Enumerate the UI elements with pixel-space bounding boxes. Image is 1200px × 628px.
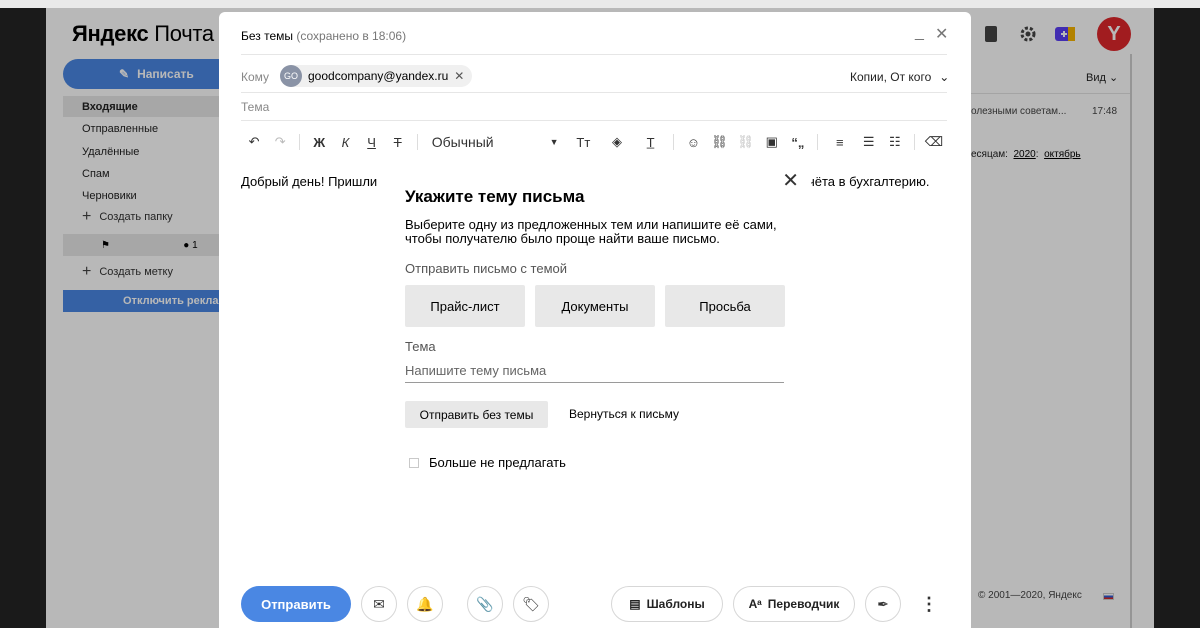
recipient-chip[interactable]: GO goodcompany@yandex.ru ✕ — [280, 65, 473, 87]
send-without-topic-button[interactable]: Отправить без темы — [405, 401, 548, 428]
minimize-icon[interactable]: _ — [915, 24, 924, 42]
reminder-bell-icon[interactable]: 🔔 — [407, 586, 443, 622]
dialog-title: Укажите тему письма — [405, 187, 585, 206]
attach-icon[interactable]: 📎 — [467, 586, 503, 622]
emoji-icon[interactable]: ☺ — [680, 130, 706, 154]
bold-icon[interactable]: Ж — [306, 130, 332, 154]
undo-icon[interactable]: ↶ — [241, 130, 267, 154]
divider — [913, 134, 915, 150]
underline-icon[interactable]: Ч — [359, 130, 385, 154]
remove-recipient-icon[interactable]: ✕ — [454, 69, 464, 83]
numbered-list-icon[interactable]: ☷ — [882, 130, 908, 154]
divider — [416, 134, 418, 150]
translator-button[interactable]: Aᵃ Переводчик — [733, 586, 855, 622]
image-icon[interactable]: ▣ — [759, 130, 785, 154]
bullet-list-icon[interactable]: ☰ — [856, 130, 882, 154]
translate-icon: Aᵃ — [748, 597, 762, 611]
redo-icon[interactable]: ↷ — [267, 130, 293, 154]
to-label: Кому — [241, 70, 270, 84]
close-icon[interactable]: ✕ — [782, 168, 799, 193]
topic-request-button[interactable]: Просьба — [665, 285, 785, 327]
divider — [299, 134, 301, 150]
copies-from-toggle[interactable]: Копии, От кого ⌄ — [850, 70, 949, 84]
quote-icon[interactable]: “„ — [785, 130, 811, 154]
align-icon[interactable]: ≡ — [824, 130, 856, 154]
divider — [673, 134, 675, 150]
back-to-letter-button[interactable]: Вернуться к письму — [569, 407, 679, 421]
subject-field[interactable]: Тема — [241, 100, 269, 114]
font-style-dropdown[interactable]: Обычный ▼ — [424, 134, 567, 150]
mail-app: Яндекс Почта ✎ Написать Входящие Отправл… — [46, 8, 1154, 628]
topic-input[interactable] — [405, 359, 784, 383]
dialog-subtitle: Отправить письмо с темой — [405, 261, 568, 276]
subject-reminder-dialog: ✕ Укажите тему письма Выберите одну из п… — [379, 160, 811, 498]
tag-icon[interactable]: 🏷 — [513, 586, 549, 622]
dont-offer-checkbox-row[interactable]: Больше не предлагать — [409, 455, 566, 470]
fill-color-icon[interactable]: ◈ — [600, 130, 634, 154]
recipient-avatar: GO — [280, 65, 302, 87]
send-button[interactable]: Отправить — [241, 586, 351, 622]
text-size-icon[interactable]: Tт — [567, 130, 601, 154]
clear-format-icon[interactable]: ⌫ — [921, 130, 947, 154]
text-color-icon[interactable]: T̲ — [634, 130, 668, 154]
compose-title: Без темы (сохранено в 18:06) — [241, 29, 407, 43]
topic-field-label: Тема — [405, 339, 436, 354]
divider — [817, 134, 818, 150]
dialog-description: Выберите одну из предложенных тем или на… — [405, 217, 777, 246]
link-icon[interactable]: ⛓ — [706, 130, 732, 154]
chevron-down-icon: ⌄ — [939, 70, 950, 84]
topic-documents-button[interactable]: Документы — [535, 285, 655, 327]
document-icon: ▤ — [629, 597, 641, 611]
unlink-icon[interactable]: ⛓ — [733, 130, 759, 154]
send-later-icon[interactable]: ✉ — [361, 586, 397, 622]
signature-icon[interactable]: ✒ — [865, 586, 901, 622]
formatting-toolbar: ↶ ↷ Ж К Ч T Обычный ▼ Tт ◈ T̲ ☺ ⛓ ⛓ ▣ “„… — [241, 130, 947, 154]
caret-down-icon: ▼ — [549, 137, 559, 147]
templates-button[interactable]: ▤ Шаблоны — [611, 586, 723, 622]
italic-icon[interactable]: К — [332, 130, 358, 154]
topic-price-list-button[interactable]: Прайс-лист — [405, 285, 525, 327]
dont-offer-checkbox[interactable] — [409, 457, 419, 468]
compose-bottom-bar: Отправить ✉ 🔔 📎 🏷 ▤ Шаблоны Aᵃ Переводчи… — [241, 586, 951, 622]
divider — [241, 54, 947, 55]
browser-top-strip — [0, 0, 1200, 8]
divider — [241, 92, 947, 93]
close-icon[interactable]: ✕ — [935, 24, 948, 44]
strikethrough-icon[interactable]: T — [385, 130, 411, 154]
more-options-icon[interactable]: ⋮ — [911, 586, 947, 622]
divider — [241, 120, 947, 121]
